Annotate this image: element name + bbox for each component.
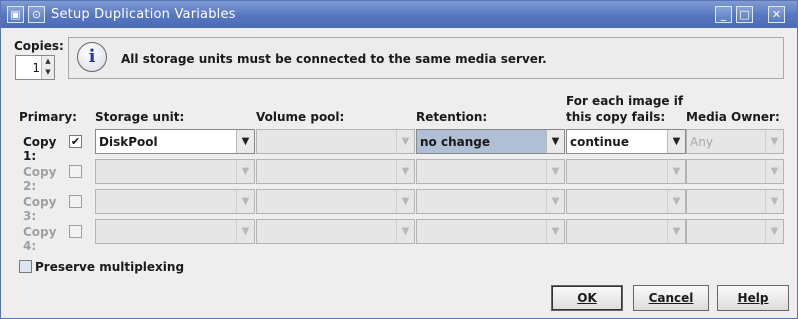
title-bar[interactable]: ▣ ⊙ Setup Duplication Variables _ □ ✕: [1, 1, 797, 28]
header-volume-pool: Volume pool:: [256, 110, 345, 124]
spinner-up-icon[interactable]: ▲: [42, 56, 54, 67]
copy-4-media-owner-select[interactable]: ▼: [686, 219, 784, 244]
chevron-down-icon[interactable]: ▼: [396, 220, 414, 243]
copy-3-storage-unit-select[interactable]: ▼: [95, 189, 255, 214]
copy-2-on-fail-select[interactable]: ▼: [566, 159, 686, 184]
help-button[interactable]: Help: [717, 285, 789, 311]
copy-2-primary-checkbox[interactable]: [69, 165, 82, 178]
chevron-down-icon[interactable]: ▼: [236, 220, 254, 243]
info-icon: i: [77, 42, 107, 72]
dialog-window: ▣ ⊙ Setup Duplication Variables _ □ ✕ Co…: [0, 0, 798, 319]
copy-3-label: Copy 3:: [23, 195, 57, 223]
header-fail-line1: For each image if: [566, 94, 684, 108]
chevron-down-icon[interactable]: ▼: [396, 190, 414, 213]
copy-2-volume-pool-select[interactable]: ▼: [256, 159, 415, 184]
copy-1-on-fail-select[interactable]: continue ▼: [566, 129, 686, 154]
chevron-down-icon[interactable]: ▼: [765, 220, 783, 243]
header-primary: Primary:: [19, 110, 77, 124]
chevron-down-icon[interactable]: ▼: [765, 160, 783, 183]
chevron-down-icon[interactable]: ▼: [236, 130, 254, 153]
window-menu-icon[interactable]: ▣: [7, 6, 24, 23]
copies-spinner[interactable]: 1 ▲ ▼: [15, 55, 55, 80]
chevron-down-icon[interactable]: ▼: [667, 190, 685, 213]
header-retention: Retention:: [416, 110, 488, 124]
copy-3-on-fail-select[interactable]: ▼: [566, 189, 686, 214]
chevron-down-icon[interactable]: ▼: [546, 130, 564, 153]
copy-1-media-owner-select[interactable]: Any ▼: [686, 129, 784, 154]
maximize-icon[interactable]: □: [736, 6, 753, 23]
copy-2-media-owner-select[interactable]: ▼: [686, 159, 784, 184]
chevron-down-icon[interactable]: ▼: [546, 220, 564, 243]
copy-1-storage-unit-select[interactable]: DiskPool ▼: [95, 129, 255, 154]
preserve-multiplexing-label[interactable]: Preserve multiplexing: [35, 260, 184, 274]
copy-4-label: Copy 4:: [23, 225, 57, 253]
chevron-down-icon[interactable]: ▼: [765, 190, 783, 213]
copy-1-media-owner-value: Any: [690, 135, 713, 149]
copy-4-retention-select[interactable]: ▼: [416, 219, 565, 244]
copy-1-retention-select[interactable]: no change ▼: [416, 129, 565, 154]
copy-3-retention-select[interactable]: ▼: [416, 189, 565, 214]
copy-1-storage-unit-value: DiskPool: [99, 135, 158, 149]
close-icon[interactable]: ✕: [768, 6, 785, 23]
preserve-multiplexing-checkbox[interactable]: [19, 260, 32, 273]
header-fail-line2: this copy fails:: [566, 110, 666, 124]
copy-4-on-fail-select[interactable]: ▼: [566, 219, 686, 244]
copy-3-primary-checkbox[interactable]: [69, 195, 82, 208]
chevron-down-icon[interactable]: ▼: [667, 160, 685, 183]
copy-1-primary-checkbox[interactable]: ✔: [69, 135, 82, 148]
header-media-owner: Media Owner:: [686, 110, 780, 124]
copy-3-volume-pool-select[interactable]: ▼: [256, 189, 415, 214]
chevron-down-icon[interactable]: ▼: [236, 190, 254, 213]
chevron-down-icon[interactable]: ▼: [396, 130, 414, 153]
sticky-icon[interactable]: ⊙: [28, 6, 45, 23]
copy-2-storage-unit-select[interactable]: ▼: [95, 159, 255, 184]
copy-1-label: Copy 1:: [23, 135, 57, 163]
chevron-down-icon[interactable]: ▼: [765, 130, 783, 153]
window-title: Setup Duplication Variables: [51, 7, 236, 22]
spinner-down-icon[interactable]: ▼: [42, 67, 54, 78]
copy-1-retention-value: no change: [420, 135, 490, 149]
chevron-down-icon[interactable]: ▼: [667, 220, 685, 243]
minimize-icon[interactable]: _: [715, 6, 732, 23]
spinner-arrows[interactable]: ▲ ▼: [41, 56, 54, 79]
info-panel: i All storage units must be connected to…: [68, 37, 784, 79]
copy-2-label: Copy 2:: [23, 165, 57, 193]
info-message: All storage units must be connected to t…: [121, 52, 547, 66]
copy-1-volume-pool-select[interactable]: ▼: [256, 129, 415, 154]
header-storage-unit: Storage unit:: [95, 110, 185, 124]
chevron-down-icon[interactable]: ▼: [667, 130, 685, 153]
copy-4-volume-pool-select[interactable]: ▼: [256, 219, 415, 244]
copy-4-storage-unit-select[interactable]: ▼: [95, 219, 255, 244]
copies-label: Copies:: [14, 39, 64, 53]
chevron-down-icon[interactable]: ▼: [546, 160, 564, 183]
chevron-down-icon[interactable]: ▼: [396, 160, 414, 183]
copy-3-media-owner-select[interactable]: ▼: [686, 189, 784, 214]
cancel-button[interactable]: Cancel: [633, 285, 709, 311]
chevron-down-icon[interactable]: ▼: [236, 160, 254, 183]
copy-1-on-fail-value: continue: [570, 135, 629, 149]
copies-value[interactable]: 1: [32, 61, 40, 75]
copy-4-primary-checkbox[interactable]: [69, 225, 82, 238]
copy-2-retention-select[interactable]: ▼: [416, 159, 565, 184]
ok-button[interactable]: OK: [551, 285, 623, 311]
chevron-down-icon[interactable]: ▼: [546, 190, 564, 213]
